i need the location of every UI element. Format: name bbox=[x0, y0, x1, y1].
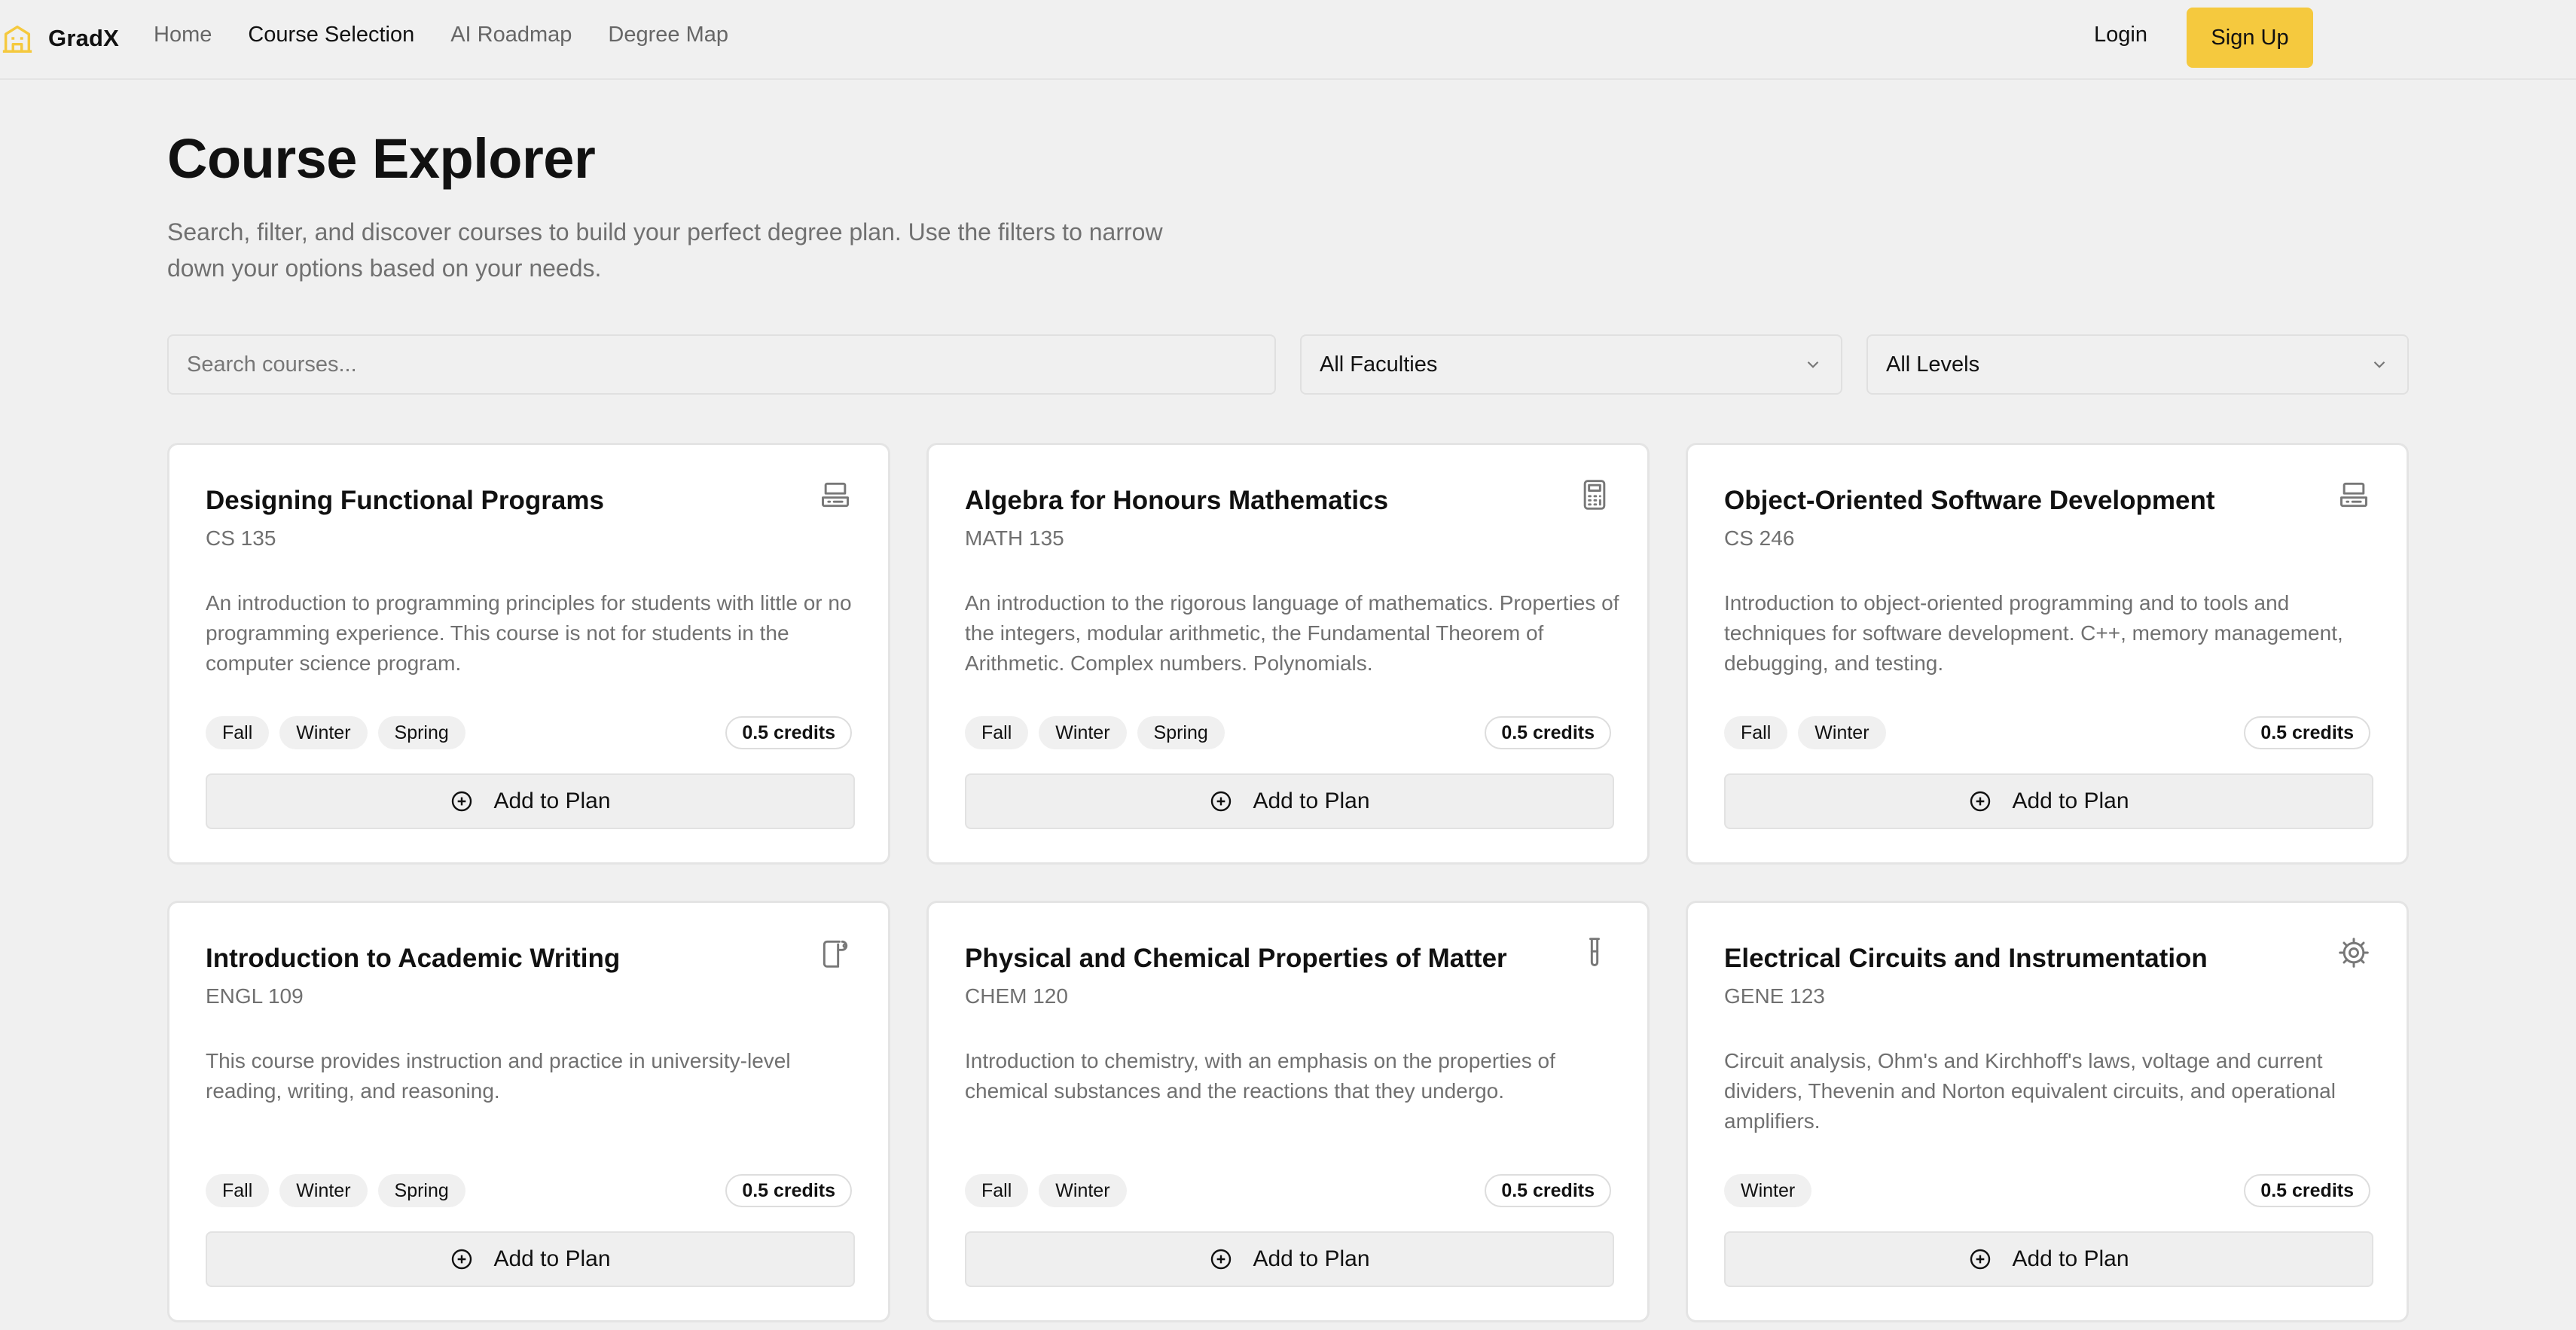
computer-icon bbox=[822, 482, 849, 508]
course-card[interactable]: Introduction to Academic Writing ENGL 10… bbox=[167, 901, 890, 1322]
calculator-icon bbox=[1583, 480, 1606, 510]
term-tag: Winter bbox=[1798, 716, 1886, 749]
term-tag: Winter bbox=[1039, 1174, 1127, 1207]
plus-circle-icon bbox=[1970, 1249, 1991, 1270]
term-tags: Winter bbox=[1724, 1174, 1812, 1207]
term-tags: Fall Winter bbox=[965, 1174, 1127, 1207]
course-description: An introduction to the rigorous language… bbox=[965, 591, 1619, 675]
term-tag: Fall bbox=[1724, 716, 1788, 749]
add-to-plan-label: Add to Plan bbox=[493, 1246, 611, 1271]
course-title: Object-Oriented Software Development bbox=[1724, 486, 2215, 515]
brand-name: GradX bbox=[48, 25, 120, 51]
plus-circle-icon bbox=[452, 1249, 472, 1270]
credits-badge: 0.5 credits bbox=[2244, 716, 2370, 749]
course-title: Designing Functional Programs bbox=[206, 486, 604, 515]
plus-circle-icon bbox=[452, 791, 472, 812]
course-code: GENE 123 bbox=[1724, 984, 1825, 1008]
chevron-down-icon bbox=[1807, 361, 1819, 368]
add-to-plan-button[interactable]: Add to Plan bbox=[1724, 773, 2373, 829]
course-code: ENGL 109 bbox=[206, 984, 304, 1008]
course-description: Circuit analysis, Ohm's and Kirchhoff's … bbox=[1724, 1049, 2336, 1133]
term-tag: Fall bbox=[206, 1174, 270, 1207]
course-card[interactable]: Designing Functional Programs CS 135 An … bbox=[167, 443, 890, 865]
add-to-plan-button[interactable]: Add to Plan bbox=[206, 1231, 855, 1287]
top-navbar: GradX Home Course Selection AI Roadmap D… bbox=[0, 0, 2576, 80]
term-tag: Winter bbox=[1039, 716, 1127, 749]
course-card[interactable]: Algebra for Honours Mathematics MATH 135… bbox=[926, 443, 1650, 865]
add-to-plan-button[interactable]: Add to Plan bbox=[1724, 1231, 2373, 1287]
term-tag: Fall bbox=[965, 716, 1029, 749]
login-link[interactable]: Login bbox=[2094, 23, 2147, 47]
chevron-down-icon bbox=[2373, 361, 2385, 368]
nav-link-degree-map[interactable]: Degree Map bbox=[608, 23, 728, 47]
nav-links: Home Course Selection AI Roadmap Degree … bbox=[154, 23, 728, 47]
credits-badge: 0.5 credits bbox=[1485, 716, 1611, 749]
plus-circle-icon bbox=[1211, 791, 1232, 812]
plus-circle-icon bbox=[1970, 791, 1991, 812]
add-to-plan-label: Add to Plan bbox=[2012, 1246, 2129, 1271]
faculty-select[interactable]: All Faculties bbox=[1300, 334, 1842, 395]
course-title: Physical and Chemical Properties of Matt… bbox=[965, 944, 1507, 973]
course-code: CS 246 bbox=[1724, 526, 1795, 550]
term-tags: Fall Winter Spring bbox=[206, 716, 465, 749]
test-tube-icon bbox=[1589, 938, 1600, 966]
term-tags: Fall Winter Spring bbox=[206, 1174, 465, 1207]
course-card[interactable]: Physical and Chemical Properties of Matt… bbox=[926, 901, 1650, 1322]
add-to-plan-label: Add to Plan bbox=[493, 789, 611, 813]
course-code: CHEM 120 bbox=[965, 984, 1068, 1008]
add-to-plan-button[interactable]: Add to Plan bbox=[965, 1231, 1614, 1287]
nav-link-course-selection[interactable]: Course Selection bbox=[248, 23, 414, 47]
credits-badge: 0.5 credits bbox=[725, 1174, 852, 1207]
gear-icon bbox=[2339, 938, 2369, 968]
level-select[interactable]: All Levels bbox=[1866, 334, 2409, 395]
course-card[interactable]: Object-Oriented Software Development CS … bbox=[1686, 443, 2409, 865]
course-code: MATH 135 bbox=[965, 526, 1064, 550]
term-tag: Winter bbox=[279, 716, 368, 749]
term-tag: Spring bbox=[377, 1174, 465, 1207]
search-input[interactable] bbox=[167, 334, 1276, 395]
computer-icon bbox=[2340, 482, 2367, 508]
add-to-plan-button[interactable]: Add to Plan bbox=[206, 773, 855, 829]
page-title: Course Explorer bbox=[167, 127, 596, 190]
course-title: Electrical Circuits and Instrumentation bbox=[1724, 944, 2208, 973]
page-description: Search, filter, and discover courses to … bbox=[167, 218, 1163, 282]
add-to-plan-label: Add to Plan bbox=[1253, 1246, 1370, 1271]
course-description: An introduction to programming principle… bbox=[206, 591, 852, 675]
add-to-plan-label: Add to Plan bbox=[2012, 789, 2129, 813]
add-to-plan-button[interactable]: Add to Plan bbox=[965, 773, 1614, 829]
faculty-select-value: All Faculties bbox=[1320, 352, 1438, 377]
term-tag: Spring bbox=[377, 716, 465, 749]
term-tags: Fall Winter bbox=[1724, 716, 1886, 749]
term-tag: Winter bbox=[279, 1174, 368, 1207]
credits-badge: 0.5 credits bbox=[1485, 1174, 1611, 1207]
course-title: Algebra for Honours Mathematics bbox=[965, 486, 1389, 515]
course-card[interactable]: Electrical Circuits and Instrumentation … bbox=[1686, 901, 2409, 1322]
level-select-value: All Levels bbox=[1886, 352, 1980, 377]
credits-badge: 0.5 credits bbox=[725, 716, 852, 749]
course-description: Introduction to chemistry, with an empha… bbox=[965, 1049, 1555, 1103]
course-description: Introduction to object-oriented programm… bbox=[1724, 591, 2343, 675]
term-tag: Spring bbox=[1137, 716, 1225, 749]
nav-link-ai-roadmap[interactable]: AI Roadmap bbox=[450, 23, 572, 47]
nav-link-home[interactable]: Home bbox=[154, 23, 212, 47]
signup-button[interactable]: Sign Up bbox=[2187, 8, 2313, 68]
course-description: This course provides instruction and pra… bbox=[206, 1049, 791, 1103]
credits-badge: 0.5 credits bbox=[2244, 1174, 2370, 1207]
plus-circle-icon bbox=[1211, 1249, 1232, 1270]
term-tag: Fall bbox=[965, 1174, 1029, 1207]
term-tags: Fall Winter Spring bbox=[965, 716, 1225, 749]
school-building-icon bbox=[2, 25, 32, 53]
add-to-plan-label: Add to Plan bbox=[1253, 789, 1370, 813]
brand-logo[interactable]: GradX bbox=[0, 20, 119, 57]
course-code: CS 135 bbox=[206, 526, 276, 550]
term-tag: Fall bbox=[206, 716, 270, 749]
term-tag: Winter bbox=[1724, 1174, 1812, 1207]
course-title: Introduction to Academic Writing bbox=[206, 944, 621, 973]
scroll-quill-icon bbox=[823, 940, 848, 968]
